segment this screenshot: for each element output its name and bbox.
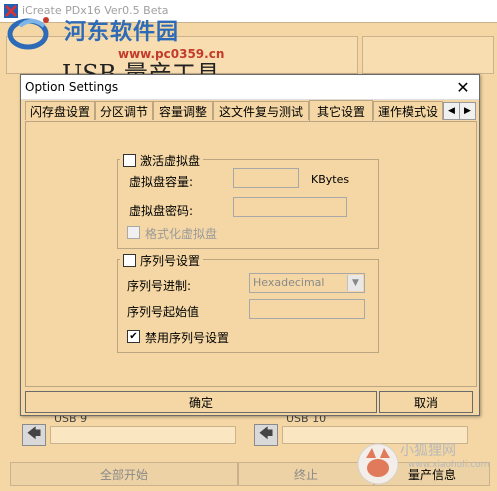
serial-legend: 序列号设置 — [120, 252, 204, 269]
cancel-button[interactable]: 取消 — [379, 391, 473, 413]
serial-base-select[interactable]: Hexadecimal ▼ — [249, 273, 365, 293]
virtual-disk-capacity-input[interactable] — [233, 168, 299, 188]
close-icon[interactable]: ✕ — [451, 76, 475, 98]
tab-file-copy-test[interactable]: 这文件复与测试 — [213, 101, 309, 120]
tab-scroll-right-icon[interactable]: ▶ — [459, 102, 476, 120]
port-right-arrow-icon[interactable]: 🡄 — [254, 424, 278, 446]
tab-scroll-left-icon[interactable]: ◀ — [443, 102, 460, 120]
settings-tabstrip: 闪存盘设置 分区调节 容量调整 这文件复与测试 其它设置 運作模式设 ◀ ▶ — [23, 100, 477, 121]
virtual-disk-legend-label: 激活虚拟盘 — [140, 154, 201, 168]
watermark-site-name: 河东软件园 — [64, 19, 180, 45]
serial-start-label: 序列号起始值 — [127, 305, 200, 319]
format-virtual-disk-checkbox[interactable] — [127, 226, 140, 239]
virtual-disk-capacity-label: 虚拟盘容量: — [129, 175, 194, 189]
dialog-title: Option Settings — [25, 80, 119, 94]
option-settings-dialog: Option Settings ✕ 闪存盘设置 分区调节 容量调整 这文件复与测… — [20, 74, 480, 416]
watermark-url: www.pc0359.cn — [118, 47, 225, 61]
disable-serial-checkbox[interactable]: ✔ — [127, 330, 140, 343]
serial-checkbox[interactable] — [123, 254, 136, 267]
dialog-titlebar: Option Settings ✕ — [21, 75, 479, 100]
format-virtual-disk-label: 格式化虚拟盘 — [145, 227, 218, 241]
tab-capacity[interactable]: 容量调整 — [153, 101, 213, 120]
virtual-disk-checkbox[interactable] — [123, 154, 136, 167]
stop-button[interactable]: 终止 — [238, 462, 374, 486]
serial-base-value: Hexadecimal — [253, 276, 325, 289]
ok-button[interactable]: 确定 — [25, 391, 377, 413]
tab-partition[interactable]: 分区调节 — [95, 101, 153, 120]
virtual-disk-password-input[interactable] — [233, 197, 347, 217]
corner-watermark-url: www.xiaohuli.com — [408, 460, 490, 470]
start-all-button[interactable]: 全部开始 — [10, 462, 238, 486]
port-progress-left — [50, 426, 236, 444]
watermark-logo-icon — [7, 17, 49, 50]
serial-start-input[interactable] — [249, 299, 365, 319]
virtual-disk-legend: 激活虚拟盘 — [120, 152, 204, 169]
capacity-unit-label: KBytes — [311, 173, 350, 186]
header-panel-right — [362, 36, 494, 74]
chevron-down-icon: ▼ — [347, 275, 363, 291]
tab-flash-disk[interactable]: 闪存盘设置 — [25, 101, 95, 120]
port-left-arrow-icon[interactable]: 🡄 — [22, 424, 46, 446]
tab-run-mode[interactable]: 運作模式设 — [373, 101, 443, 120]
serial-base-label: 序列号进制: — [127, 279, 192, 293]
serial-legend-label: 序列号设置 — [140, 254, 201, 268]
dialog-footer: 确定 取消 — [21, 387, 479, 415]
corner-watermark-text: 小狐狸网 — [400, 443, 456, 459]
tab-other-settings[interactable]: 其它设置 — [309, 100, 373, 121]
virtual-disk-password-label: 虚拟盘密码: — [129, 204, 194, 218]
disable-serial-label: 禁用序列号设置 — [145, 331, 230, 345]
